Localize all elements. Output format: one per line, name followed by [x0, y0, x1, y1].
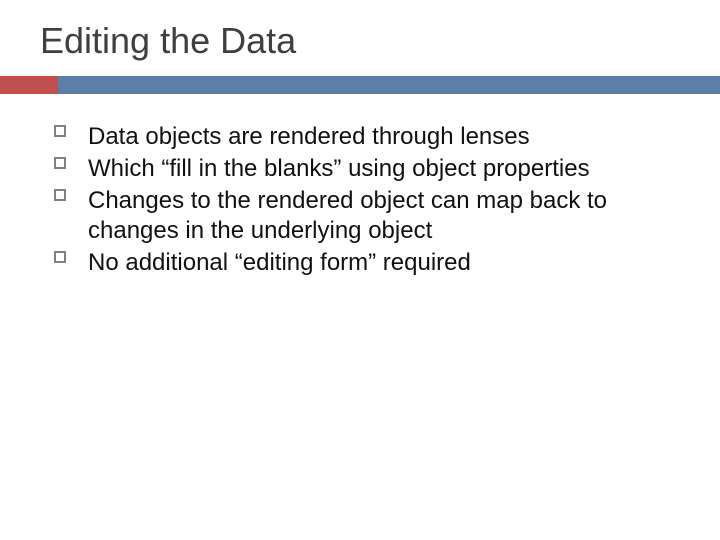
list-item: No additional “editing form” required	[54, 248, 684, 278]
slide-title: Editing the Data	[36, 20, 684, 62]
accent-bar	[0, 76, 58, 94]
divider-bar	[58, 76, 720, 94]
square-bullet-icon	[54, 189, 66, 201]
square-bullet-icon	[54, 157, 66, 169]
square-bullet-icon	[54, 125, 66, 137]
list-item: Which “fill in the blanks” using object …	[54, 154, 684, 184]
bullet-list: Data objects are rendered through lenses…	[54, 122, 684, 278]
list-item: Changes to the rendered object can map b…	[54, 186, 684, 246]
bullet-text: Data objects are rendered through lenses	[88, 123, 530, 150]
bullet-text: Which “fill in the blanks” using object …	[88, 155, 590, 182]
slide: Editing the Data Data objects are render…	[0, 0, 720, 540]
title-rule	[36, 76, 684, 94]
bullet-text: No additional “editing form” required	[88, 249, 471, 276]
slide-body: Data objects are rendered through lenses…	[36, 122, 684, 278]
square-bullet-icon	[54, 251, 66, 263]
list-item: Data objects are rendered through lenses	[54, 122, 684, 152]
bullet-text: Changes to the rendered object can map b…	[88, 187, 607, 244]
